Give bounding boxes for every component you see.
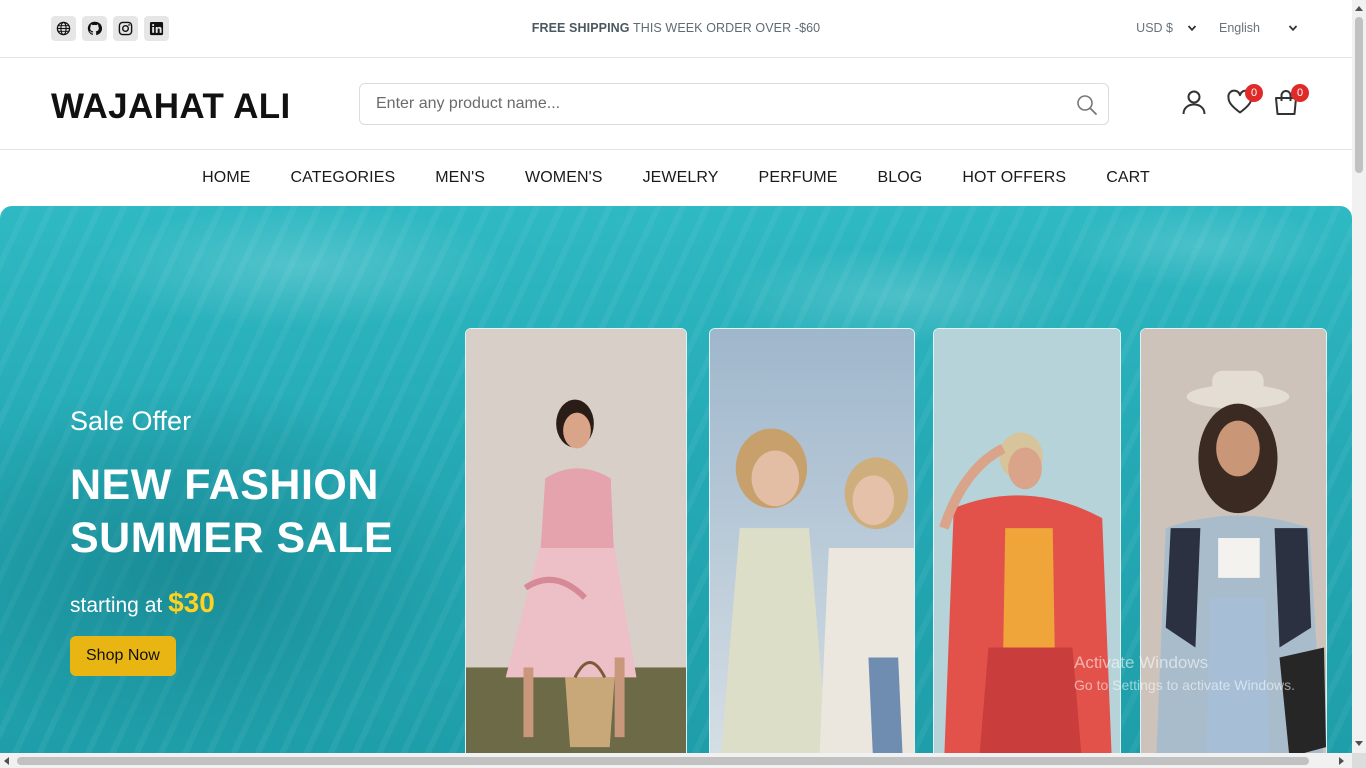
- top-bar: FREE SHIPPING THIS WEEK ORDER OVER -$60 …: [0, 0, 1352, 58]
- nav-item-jewelry[interactable]: JEWELRY: [643, 169, 719, 187]
- nav-item-categories[interactable]: CATEGORIES: [291, 169, 396, 187]
- scroll-up-arrow-icon[interactable]: [1355, 6, 1363, 11]
- nav-item-perfume[interactable]: PERFUME: [759, 169, 838, 187]
- nav-item-blog[interactable]: BLOG: [877, 169, 922, 187]
- locale-selects: USD $ English: [1136, 21, 1298, 35]
- chevron-down-icon: [1288, 25, 1298, 32]
- vertical-scroll-thumb[interactable]: [1355, 17, 1363, 173]
- nav-item-cart[interactable]: CART: [1106, 169, 1150, 187]
- wishlist-button[interactable]: 0: [1226, 84, 1263, 118]
- promo-text: THIS WEEK ORDER OVER -$60: [632, 21, 821, 35]
- nav-item-home[interactable]: HOME: [202, 169, 250, 187]
- main-nav: HOME CATEGORIES MEN'S WOMEN'S JEWELRY PE…: [0, 150, 1352, 206]
- cart-button[interactable]: 0: [1272, 84, 1309, 118]
- search-input[interactable]: [360, 84, 1050, 124]
- language-select[interactable]: English: [1219, 21, 1298, 35]
- horizontal-scrollbar[interactable]: [0, 753, 1352, 768]
- promo-bold: FREE SHIPPING: [531, 21, 630, 35]
- watermark-subtitle: Go to Settings to activate Windows.: [1074, 677, 1295, 693]
- cart-count-badge: 0: [1291, 84, 1309, 102]
- scroll-left-arrow-icon[interactable]: [4, 757, 9, 765]
- horizontal-scroll-thumb[interactable]: [17, 757, 1309, 765]
- watermark-title: Activate Windows: [1074, 653, 1209, 672]
- hero-subtitle: Sale Offer: [70, 406, 192, 436]
- hero-photo-pink-dress: [465, 328, 687, 753]
- header-actions: 0 0: [1180, 84, 1309, 118]
- hero-content: Sale Offer NEW FASHION SUMMER SALE start…: [70, 406, 430, 676]
- currency-value: USD $: [1136, 21, 1173, 35]
- scrollbar-corner: [1352, 753, 1366, 768]
- nav-item-hot-offers[interactable]: HOT OFFERS: [962, 169, 1066, 187]
- nav-item-womens[interactable]: WOMEN'S: [525, 169, 603, 187]
- vertical-scrollbar[interactable]: [1352, 0, 1366, 768]
- brand-logo[interactable]: WAJAHAT ALI: [51, 87, 291, 127]
- account-button[interactable]: [1180, 86, 1208, 118]
- scroll-right-arrow-icon[interactable]: [1339, 757, 1344, 765]
- hero-photo-two-women: [709, 328, 915, 753]
- search-box: [359, 83, 1109, 125]
- scroll-down-arrow-icon[interactable]: [1355, 741, 1363, 746]
- user-icon: [1182, 90, 1206, 115]
- windows-activation-watermark: Activate Windows Go to Settings to activ…: [1074, 652, 1295, 696]
- wishlist-count-badge: 0: [1245, 84, 1263, 102]
- hero-price: $30: [168, 587, 215, 618]
- nav-item-mens[interactable]: MEN'S: [435, 169, 485, 187]
- search-icon[interactable]: [1076, 94, 1098, 116]
- language-value: English: [1219, 21, 1260, 35]
- shop-now-button[interactable]: Shop Now: [70, 636, 176, 676]
- starting-text: starting at: [70, 594, 163, 617]
- chevron-down-icon: [1187, 25, 1197, 32]
- hero-price-line: starting at $30: [70, 587, 430, 619]
- main-header: WAJAHAT ALI 0 0: [0, 59, 1352, 150]
- currency-select[interactable]: USD $: [1136, 21, 1197, 35]
- hero-title: NEW FASHION SUMMER SALE: [70, 461, 394, 562]
- page: FREE SHIPPING THIS WEEK ORDER OVER -$60 …: [0, 0, 1366, 768]
